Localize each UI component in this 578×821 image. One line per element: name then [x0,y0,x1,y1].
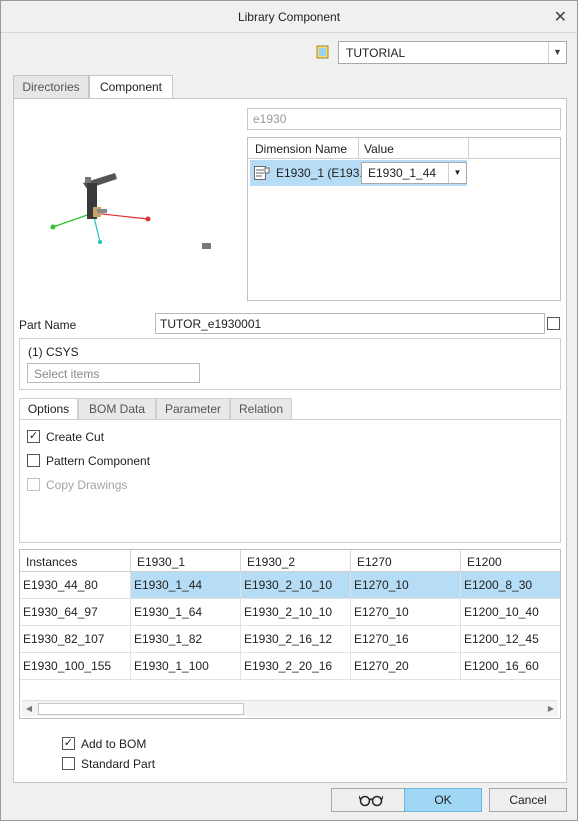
library-folder-icon [316,45,329,59]
standard-part-label: Standard Part [81,757,156,771]
create-cut-checkbox[interactable]: ✓ [27,430,40,443]
column-instances[interactable]: Instances [20,550,131,572]
dimension-row[interactable]: E1930_1 (E193... E1930_1_44 ▼ [250,160,467,186]
table-cell: E1270_10 [351,572,461,598]
dialog-title: Library Component [237,10,341,24]
table-cell: E1930_1_82 [131,626,241,652]
table-cell: E1930_1_44 [131,572,241,598]
table-cell: E1270_20 [351,653,461,679]
tab-bom-data[interactable]: BOM Data [78,398,156,420]
add-to-bom-checkbox[interactable]: ✓ [62,737,75,750]
pattern-component-checkbox[interactable] [27,454,40,467]
column-e1200[interactable]: E1200 [461,550,560,572]
library-select[interactable]: TUTORIAL ▼ [338,41,567,64]
library-component-dialog: Library Component ✕ TUTORIAL ▼ Directori… [0,0,578,821]
scroll-right-icon[interactable]: ▶ [544,702,558,716]
table-row[interactable]: E1930_44_80 E1930_1_44 E1930_2_10_10 E12… [20,572,560,599]
column-value[interactable]: Value [364,142,394,156]
ok-button[interactable]: OK [404,788,482,812]
csys-label: (1) CSYS [28,345,79,359]
tab-options[interactable]: Options [19,398,78,421]
column-e1930-2[interactable]: E1930_2 [241,550,351,572]
tab-directories[interactable]: Directories [13,75,89,99]
part-name-checkbox[interactable] [547,317,560,330]
table-cell: E1200_10_40 [464,605,539,619]
table-cell: E1270_10 [351,599,461,625]
instances-table-header: Instances E1930_1 E1930_2 E1270 E1200 [20,550,560,572]
table-cell: E1930_2_10_10 [241,572,351,598]
dimension-value-select[interactable]: E1930_1_44 ▼ [361,162,467,184]
tab-parameter[interactable]: Parameter [156,398,230,420]
component-preview[interactable] [31,141,231,281]
chevron-down-icon[interactable]: ▼ [448,163,466,183]
column-dimension-name[interactable]: Dimension Name [255,142,347,156]
instances-table: Instances E1930_1 E1930_2 E1270 E1200 E1… [19,549,561,719]
title-bar: Library Component ✕ [1,1,577,33]
horizontal-scrollbar[interactable]: ◀ ▶ [22,700,558,716]
table-cell: E1930_1_64 [131,599,241,625]
add-to-bom-label: Add to BOM [81,737,147,751]
table-cell: E1270_16 [351,626,461,652]
table-cell: E1930_2_10_10 [241,599,351,625]
table-row[interactable]: E1930_64_97 E1930_1_64 E1930_2_10_10 E12… [20,599,560,626]
options-panel: ✓ Create Cut Pattern Component Copy Draw… [19,419,561,543]
column-e1930-1[interactable]: E1930_1 [131,550,241,572]
tab-component[interactable]: Component [89,75,173,100]
scrollbar-thumb[interactable] [38,703,244,715]
dimension-name-cell: E1930_1 (E193... [276,166,370,180]
preview-button[interactable] [331,788,410,812]
table-cell: E1200_16_60 [464,659,539,673]
scroll-left-icon[interactable]: ◀ [22,702,36,716]
dimension-table: Dimension Name Value E1930_1 (E193... E1… [247,137,561,301]
close-icon[interactable]: ✕ [554,7,567,27]
part-name-input[interactable]: TUTOR_e1930001 [155,313,545,334]
dimension-table-header: Dimension Name Value [248,138,560,159]
instance-name-cell: E1930_64_97 [20,599,131,625]
chevron-down-icon[interactable]: ▼ [548,42,566,63]
table-row[interactable]: E1930_100_155 E1930_1_100 E1930_2_20_16 … [20,653,560,680]
standard-part-checkbox[interactable] [62,757,75,770]
create-cut-label: Create Cut [46,430,105,444]
cancel-button[interactable]: Cancel [489,788,567,812]
table-cell: E1930_1_100 [131,653,241,679]
table-cell: E1930_2_16_12 [241,626,351,652]
instance-name-cell: E1930_100_155 [20,653,131,679]
column-e1270[interactable]: E1270 [351,550,461,572]
csys-select-items[interactable]: Select items [27,363,200,383]
table-cell: E1200_8_30 [461,572,560,598]
table-cell: E1200_12_45 [464,632,539,646]
table-row[interactable]: E1930_82_107 E1930_1_82 E1930_2_16_12 E1… [20,626,560,653]
tab-relation[interactable]: Relation [230,398,292,420]
library-select-value: TUTORIAL [346,46,406,60]
pattern-component-label: Pattern Component [46,454,151,468]
part-name-label: Part Name [19,318,77,332]
instance-name-cell: E1930_44_80 [20,572,131,598]
table-cell: E1930_2_20_16 [241,653,351,679]
copy-drawings-checkbox [27,478,40,491]
dimension-table-icon [254,166,270,180]
glasses-icon [357,795,384,807]
instance-name-cell: E1930_82_107 [20,626,131,652]
dimension-value: E1930_1_44 [368,166,437,180]
copy-drawings-label: Copy Drawings [46,478,128,492]
component-name-field[interactable]: e1930 [247,108,561,130]
